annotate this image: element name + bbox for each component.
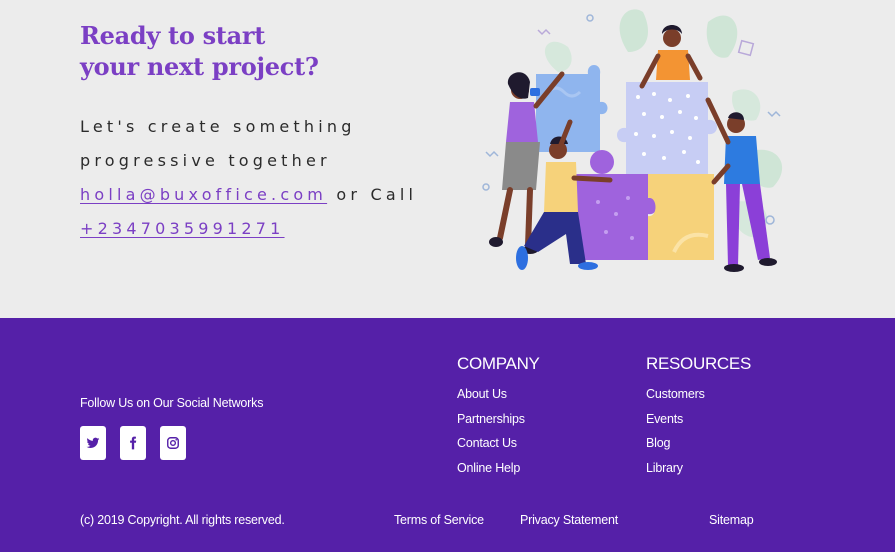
cta-contact-line: holla@buxoffice.com or Call [80,178,420,212]
social-links [80,426,186,460]
list-item: Library [646,456,751,481]
blog-link[interactable]: Blog [646,436,670,450]
site-footer: Follow Us on Our Social Networks COMPANY… [0,318,895,552]
sitemap-link[interactable]: Sitemap [709,513,754,527]
privacy-statement-link[interactable]: Privacy Statement [520,513,618,527]
list-item: Partnerships [457,407,540,432]
resources-heading: RESOURCES [646,354,751,373]
resources-links: Customers Events Blog Library [646,382,751,481]
cta-text: Let's create something progressive toget… [80,110,420,246]
library-link[interactable]: Library [646,461,683,475]
twitter-icon [86,437,100,449]
list-item: Blog [646,431,751,456]
company-heading: COMPANY [457,354,540,373]
list-item: Events [646,407,751,432]
instagram-icon [167,437,179,449]
cta-heading-line-1: Ready to start [80,21,265,50]
cta-section: Ready to start your next project? Let's … [0,0,895,318]
follow-us-text: Follow Us on Our Social Networks [80,396,264,410]
cta-heading-line-2: your next project? [80,52,319,81]
puzzle-team-illustration [482,9,783,272]
cta-phone-line: +2347035991271 [80,212,420,246]
or-call-text: or Call [327,185,418,204]
partnerships-link[interactable]: Partnerships [457,412,525,426]
company-links: About Us Partnerships Contact Us Online … [457,382,540,481]
cta-heading: Ready to start your next project? [80,20,319,82]
copyright-text: (c) 2019 Copyright. All rights reserved. [80,513,285,527]
terms-of-service-link[interactable]: Terms of Service [394,513,484,527]
events-link[interactable]: Events [646,412,683,426]
email-link[interactable]: holla@buxoffice.com [80,185,327,204]
list-item: About Us [457,382,540,407]
customers-link[interactable]: Customers [646,387,705,401]
about-us-link[interactable]: About Us [457,387,507,401]
cta-text-line-2: progressive together [80,151,331,170]
instagram-button[interactable] [160,426,186,460]
list-item: Customers [646,382,751,407]
cta-text-line-1: Let's create something [80,117,356,136]
phone-link[interactable]: +2347035991271 [80,219,285,238]
company-column: COMPANY About Us Partnerships Contact Us… [457,354,540,481]
resources-column: RESOURCES Customers Events Blog Library [646,354,751,481]
contact-us-link[interactable]: Contact Us [457,436,517,450]
online-help-link[interactable]: Online Help [457,461,520,475]
facebook-button[interactable] [120,426,146,460]
facebook-icon [130,436,137,450]
list-item: Contact Us [457,431,540,456]
list-item: Online Help [457,456,540,481]
twitter-button[interactable] [80,426,106,460]
